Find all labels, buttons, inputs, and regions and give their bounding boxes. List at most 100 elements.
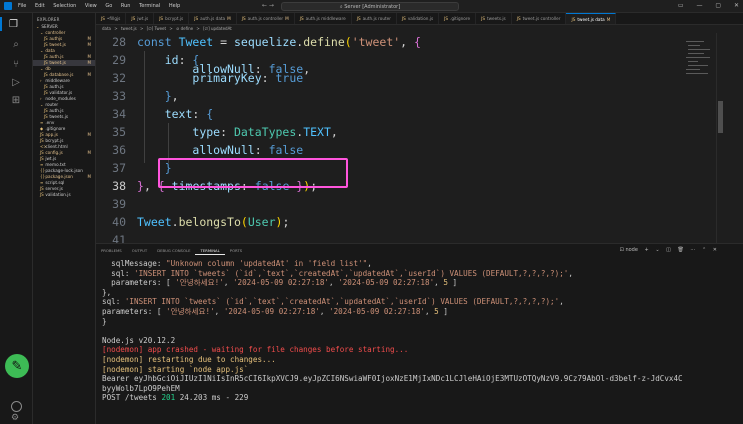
- editor-tab[interactable]: JS auth.js middleware: [295, 13, 352, 24]
- editor-tab[interactable]: JS jwt.js: [126, 13, 155, 24]
- breadcrumb-file[interactable]: tweet.js: [121, 26, 137, 31]
- editor-tab[interactable]: JS tweet.js controller: [512, 13, 567, 24]
- tab-debug-console[interactable]: DEBUG CONSOLE: [152, 244, 195, 258]
- tab-label: tweet.js data: [577, 17, 605, 22]
- minimap-line: [686, 69, 700, 70]
- tree-item-label: tweet.js: [49, 42, 66, 47]
- editor-tab[interactable]: JS tweets.js: [476, 13, 512, 24]
- breadcrumb-sep: >: [196, 26, 200, 31]
- minimap-line: [686, 57, 710, 58]
- maximize-button[interactable]: ▢: [715, 2, 721, 9]
- code-line: 40 Tweet.belongsTo(User);: [96, 213, 289, 231]
- breadcrumb-folder[interactable]: data: [102, 26, 111, 31]
- tree-item-label: auth.js: [49, 108, 64, 113]
- tab-problems[interactable]: PROBLEMS: [96, 244, 127, 258]
- tab-label: auth.js router: [362, 16, 391, 21]
- editor-tab[interactable]: JS .gitignore: [439, 13, 477, 24]
- line-number: 28: [112, 35, 126, 49]
- terminal-line: },: [102, 287, 112, 297]
- tree-item-label: config.js: [45, 150, 63, 155]
- tree-item-label: .gitignore: [45, 126, 66, 131]
- code-line: 36 allowNull: false: [96, 141, 303, 159]
- nav-arrows[interactable]: ← →: [262, 2, 274, 9]
- tree-item[interactable]: JS validation.js: [33, 192, 95, 198]
- run-debug-icon[interactable]: ▷: [9, 75, 23, 89]
- tree-item-label: server.js: [45, 186, 63, 191]
- tree-item-label: controller: [45, 30, 66, 35]
- tree-item-label: script.sql: [45, 180, 65, 185]
- tab-label: auth.js middleware: [305, 16, 346, 21]
- tree-item-label: memo.txt: [45, 162, 66, 167]
- menu-edit[interactable]: Edit: [35, 3, 45, 9]
- close-button[interactable]: ✕: [734, 2, 739, 9]
- code-editor[interactable]: 28 const Tweet = sequelize.define('tweet'…: [96, 33, 716, 243]
- tab-label: tweets.js: [486, 16, 506, 21]
- modified-badge: M: [606, 17, 611, 22]
- window-controls: ▭ — ▢ ✕: [667, 2, 739, 9]
- pen-icon[interactable]: ✎: [5, 354, 29, 378]
- breadcrumb-symbol[interactable]: [∅] Tweet: [147, 26, 166, 31]
- editor-tab[interactable]: JS tweet.js data M: [566, 13, 617, 24]
- tab-ports[interactable]: PORTS: [225, 244, 247, 258]
- line-number: 39: [112, 197, 126, 211]
- terminal-line: parameters: [ '안녕하세요!', '2024-05-09 02:2…: [102, 278, 458, 288]
- tree-item-label: tweet.js: [49, 60, 66, 65]
- tree-item-label: data: [45, 48, 55, 53]
- command-center-label: Server [Administrator]: [344, 4, 401, 10]
- menu-file[interactable]: File: [18, 3, 26, 9]
- code-line: 32 primaryKey: true: [96, 69, 303, 87]
- source-control-icon[interactable]: ⑂: [9, 57, 23, 71]
- tree-item-label: middleware: [45, 78, 70, 83]
- menu-go[interactable]: Go: [105, 3, 112, 9]
- minimap[interactable]: [684, 33, 716, 243]
- line-number: 34: [112, 107, 126, 121]
- tree-item-label: node_modules: [45, 96, 76, 101]
- tree-item-label: SERVER: [41, 24, 58, 29]
- breadcrumb: data > tweet.js > [∅] Tweet > ⊘ define >…: [96, 25, 716, 33]
- terminal-selector[interactable]: ⊡ node: [620, 247, 638, 253]
- minimap-line: [688, 45, 700, 46]
- breadcrumb-sep: >: [140, 26, 144, 31]
- editor-tab[interactable]: JS auth.js data M: [189, 13, 237, 24]
- gear-icon[interactable]: ⚙: [11, 414, 19, 423]
- editor-tab[interactable]: JS •fillgjs: [96, 13, 127, 24]
- maximize-panel-icon[interactable]: ⌃: [702, 247, 706, 253]
- search-icon[interactable]: ⌕: [9, 37, 23, 51]
- editor-scrollbar[interactable]: [716, 33, 723, 243]
- breadcrumb-symbol[interactable]: ⊘ define: [176, 26, 193, 31]
- layout-icon[interactable]: ▭: [678, 2, 684, 9]
- tab-terminal[interactable]: TERMINAL: [195, 244, 225, 255]
- menu-view[interactable]: View: [85, 3, 97, 9]
- editor-tab[interactable]: JS validation.js: [397, 13, 440, 24]
- js-file-icon: JS: [241, 16, 246, 21]
- js-file-icon: JS: [101, 16, 105, 21]
- tab-label: .gitignore: [450, 16, 471, 21]
- split-terminal-icon[interactable]: ◫: [666, 247, 671, 253]
- menu-selection[interactable]: Selection: [53, 3, 76, 9]
- menu-terminal[interactable]: Terminal: [139, 3, 160, 9]
- minimap-line: [688, 65, 708, 66]
- editor-tab[interactable]: JS bcrypt.js: [154, 13, 190, 24]
- trash-icon[interactable]: 🗑: [677, 247, 683, 253]
- breadcrumb-symbol[interactable]: [∅] updatedAt: [203, 26, 232, 31]
- editor-tab[interactable]: JS auth.js controller M: [237, 13, 295, 24]
- accounts-icon[interactable]: [11, 401, 22, 412]
- menu-help[interactable]: Help: [169, 3, 180, 9]
- menu-run[interactable]: Run: [121, 3, 131, 9]
- terminal-output[interactable]: sqlMessage: "Unknown column 'updatedAt' …: [102, 259, 732, 423]
- chevron-down-icon[interactable]: ⌄: [655, 247, 659, 253]
- close-panel-icon[interactable]: ✕: [713, 247, 717, 253]
- js-file-icon: JS: [159, 16, 164, 21]
- minimize-button[interactable]: —: [696, 2, 702, 9]
- editor-tab[interactable]: JS auth.js router: [352, 13, 397, 24]
- new-terminal-icon[interactable]: +: [645, 247, 649, 253]
- scrollbar-thumb[interactable]: [718, 101, 723, 133]
- minimap-line: [688, 53, 704, 54]
- more-icon[interactable]: ⋯: [690, 247, 695, 253]
- explorer-icon[interactable]: ❐: [0, 17, 33, 31]
- tab-label: •fillgjs: [106, 16, 121, 21]
- extensions-icon[interactable]: ⊞: [9, 93, 23, 107]
- tab-output[interactable]: OUTPUT: [127, 244, 152, 258]
- command-center-search[interactable]: ⌕ Server [Administrator]: [281, 2, 459, 11]
- breadcrumb-sep: >: [114, 26, 118, 31]
